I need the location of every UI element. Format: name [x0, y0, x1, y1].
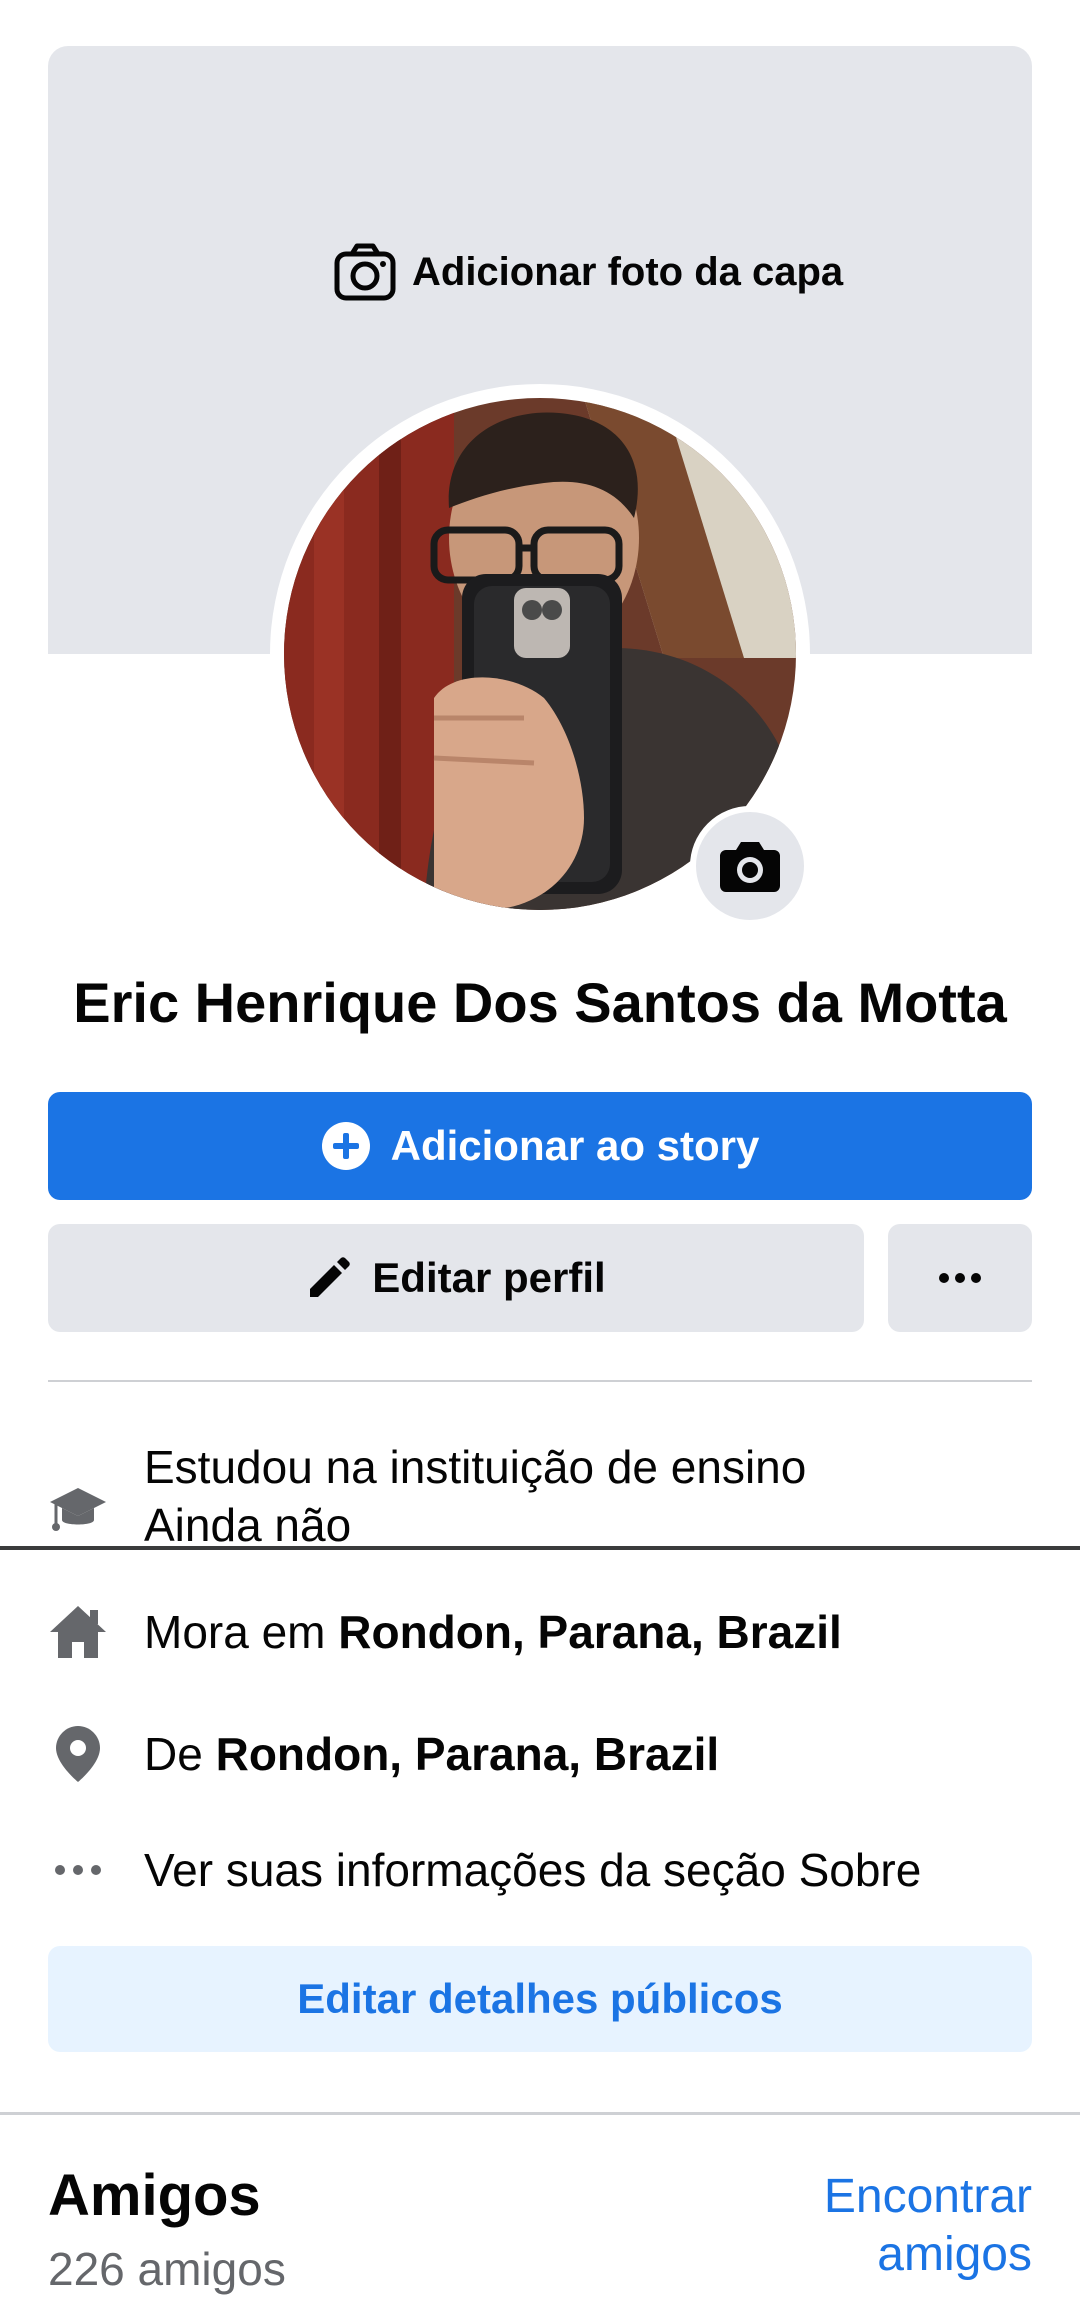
education-text: Estudou na instituição de ensino Ainda n…	[144, 1438, 806, 1546]
lives-in-row[interactable]: Mora em Rondon, Parana, Brazil	[48, 1602, 1032, 1662]
change-profile-photo-button[interactable]	[690, 806, 810, 926]
profile-page: Adicionar foto da capa Eric Henrique Dos…	[0, 0, 1080, 2298]
camera-outline-icon	[334, 243, 396, 301]
edit-public-details-label: Editar detalhes públicos	[297, 1975, 783, 2022]
add-to-story-label: Adicionar ao story	[390, 1122, 760, 1169]
from-text: De Rondon, Parana, Brazil	[144, 1725, 719, 1783]
lives-in-place: Rondon, Parana, Brazil	[338, 1606, 842, 1658]
lives-in-text: Mora em Rondon, Parana, Brazil	[144, 1603, 842, 1661]
profile-name: Eric Henrique Dos Santos da Motta	[73, 971, 1007, 1034]
more-horizontal-icon	[939, 1273, 981, 1283]
edit-public-details-button[interactable]: Editar detalhes públicos	[48, 1946, 1032, 2052]
from-row[interactable]: De Rondon, Parana, Brazil	[48, 1724, 1032, 1784]
find-friends-link[interactable]: Encontrar amigos	[772, 2168, 1032, 2284]
education-row[interactable]: Estudou na instituição de ensino Ainda n…	[48, 1438, 806, 1546]
education-line-2: Ainda não	[144, 1499, 352, 1546]
add-to-story-button[interactable]: Adicionar ao story	[48, 1092, 1032, 1200]
from-prefix: De	[144, 1728, 203, 1780]
see-about-info-label: Ver suas informações da seção Sobre	[144, 1844, 922, 1896]
section-divider	[0, 2112, 1080, 2115]
sticky-header-divider	[0, 1546, 1080, 1550]
graduation-cap-icon	[48, 1478, 108, 1538]
from-place: Rondon, Parana, Brazil	[215, 1728, 720, 1780]
lives-in-prefix: Mora em	[144, 1606, 326, 1658]
divider	[48, 1380, 1032, 1382]
education-line-1: Estudou na instituição de ensino	[144, 1441, 807, 1493]
education-row-clip: Estudou na instituição de ensino Ainda n…	[0, 1420, 1080, 1546]
location-pin-icon	[48, 1724, 108, 1784]
add-cover-photo-label: Adicionar foto da capa	[412, 249, 844, 294]
pencil-icon	[310, 1257, 351, 1297]
camera-icon	[720, 842, 780, 892]
edit-profile-button[interactable]: Editar perfil	[48, 1224, 864, 1332]
friends-title: Amigos	[48, 2163, 261, 2228]
see-about-info-row[interactable]: Ver suas informações da seção Sobre	[48, 1840, 1032, 1900]
more-options-button[interactable]	[888, 1224, 1032, 1332]
friends-count: 226 amigos	[48, 2243, 286, 2295]
plus-circle-icon	[321, 1122, 370, 1170]
edit-profile-label: Editar perfil	[372, 1254, 606, 1301]
more-horizontal-icon	[48, 1840, 108, 1900]
add-cover-photo-button[interactable]: Adicionar foto da capa	[334, 242, 843, 302]
home-icon	[48, 1602, 108, 1662]
